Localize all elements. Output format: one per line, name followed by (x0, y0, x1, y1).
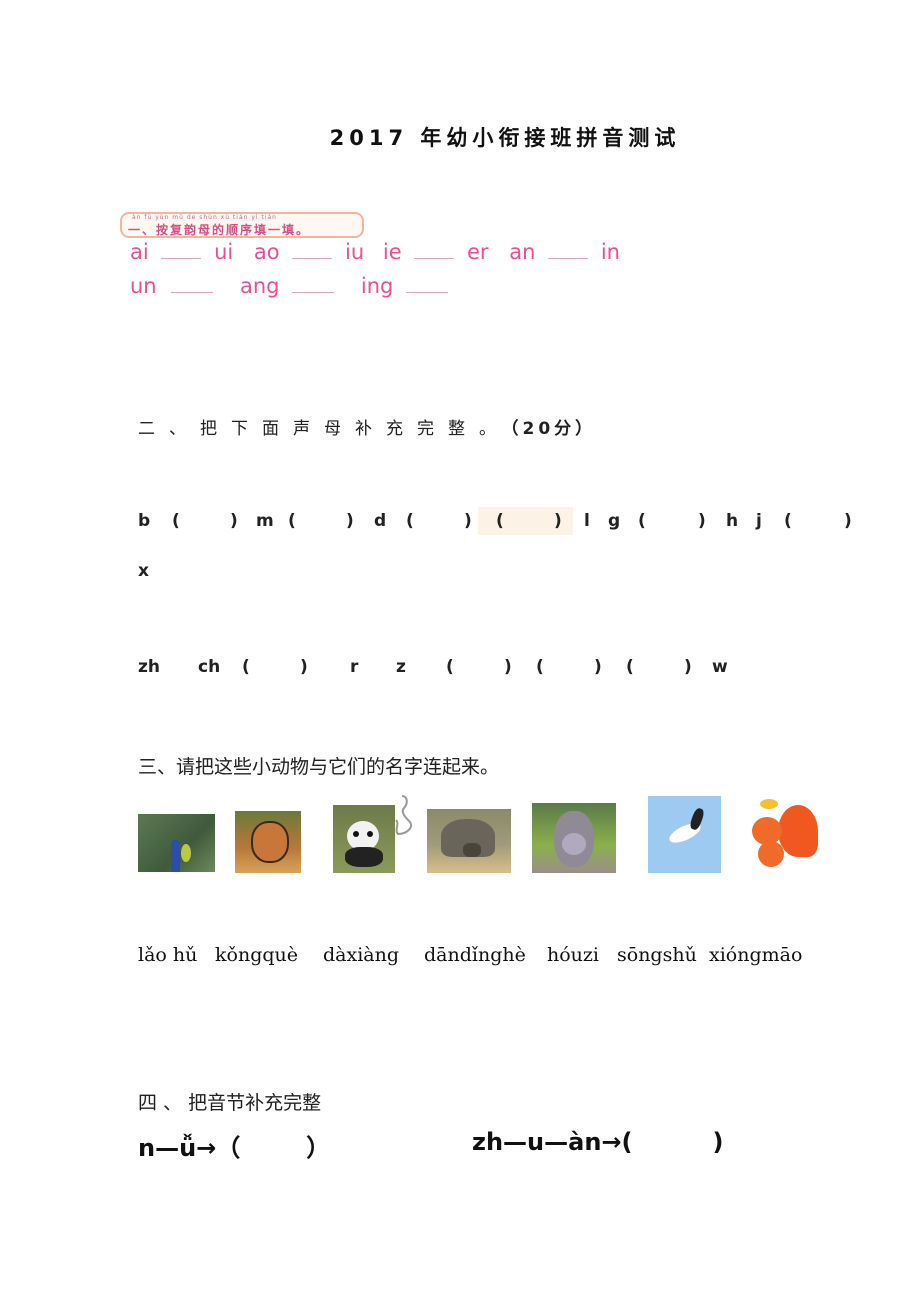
answer-blank[interactable] (406, 278, 449, 293)
elephant-calf (463, 843, 481, 857)
paren-open: ( (496, 511, 504, 531)
peacock-image[interactable] (138, 814, 215, 872)
paren-close: ) (346, 511, 354, 531)
section1-banner: àn fù yùn mǔ de shùn xù tián yì tián 一、按… (120, 212, 364, 238)
paren-close: ) (844, 511, 852, 531)
answer-blank[interactable] (292, 278, 335, 293)
syllable-item-1: n—ǚ→（ ） (138, 1128, 330, 1163)
paren-close: ) (504, 657, 512, 677)
initial-wrap: x (138, 561, 149, 581)
initial: w (712, 657, 728, 677)
final-item: er (467, 240, 489, 264)
panda-body (345, 847, 383, 867)
animal-name[interactable]: dàxiàng (323, 944, 399, 966)
animal-name[interactable]: dāndǐnghè (424, 944, 526, 966)
animal-name[interactable]: hóuzi (547, 944, 599, 966)
initial: b (138, 511, 151, 531)
page-title: 2017 年幼小衔接班拼音测试 (329, 126, 681, 150)
paren-close: ) (554, 511, 562, 531)
paren-open: ( (172, 511, 180, 531)
banner-pinyin: àn fù yùn mǔ de shùn xù tián yì tián (132, 214, 277, 221)
final-item: ing (360, 274, 394, 298)
initial: ch (198, 657, 221, 677)
syllable-item-2: zh—u—àn→() (472, 1128, 723, 1156)
paren-close: ) (698, 511, 706, 531)
paren-open: ( (406, 511, 414, 531)
section2-score: （20分） (510, 419, 597, 439)
final-item: ai (130, 240, 149, 264)
answer-blank[interactable] (292, 244, 333, 259)
initial: h (726, 511, 739, 531)
animal-name[interactable]: kǒngquè (215, 944, 298, 966)
final-item: un (130, 274, 157, 298)
answer-blank[interactable] (161, 244, 202, 259)
answer-blank[interactable] (414, 244, 455, 259)
paren-close: ) (684, 657, 692, 677)
paren-open: ( (242, 657, 250, 677)
final-item: ang (240, 274, 280, 298)
initial: z (396, 657, 406, 677)
paren-close: ) (230, 511, 238, 531)
tiger-face (251, 821, 289, 863)
syllable-2-close: ) (712, 1128, 724, 1156)
initial: l (584, 511, 590, 531)
initial: j (756, 511, 762, 531)
squirrel-bow (760, 799, 778, 809)
animal-names-row: lǎo hǔ kǒngquè dàxiàng dāndǐnghè hóuzi s… (0, 944, 920, 974)
initial: g (608, 511, 621, 531)
animal-name[interactable]: sōngshǔ (617, 944, 697, 966)
crane-wing (688, 806, 706, 832)
peacock-wing (181, 844, 191, 862)
monkey-image[interactable] (532, 803, 616, 873)
initial: r (350, 657, 359, 677)
squirrel-body (758, 841, 784, 867)
paren-open: ( (446, 657, 454, 677)
paren-open: ( (626, 657, 634, 677)
paren-open: ( (288, 511, 296, 531)
answer-blank[interactable] (171, 278, 214, 293)
panda-eye (353, 831, 359, 837)
panda-eye (367, 831, 373, 837)
monkey-belly (562, 833, 586, 855)
paren-close: ) (300, 657, 308, 677)
animal-name[interactable]: lǎo hǔ (138, 944, 197, 966)
syllable-1-close: ） (306, 1134, 331, 1162)
section2-heading: 二、把下面声母补充完整。（20分） (138, 414, 596, 439)
paren-close: ) (464, 511, 472, 531)
final-item: in (600, 240, 620, 264)
paren-open: ( (784, 511, 792, 531)
squirrel-tail (778, 805, 818, 857)
initial: zh (138, 657, 160, 677)
final-item: ie (382, 240, 402, 264)
paren-close: ) (594, 657, 602, 677)
squiggle-outline-icon (395, 795, 412, 836)
answer-blank[interactable] (548, 244, 589, 259)
elephant-image[interactable] (427, 809, 511, 873)
section4-heading: 四 、 把音节补充完整 (138, 1092, 322, 1114)
final-row-2: un ang ing (130, 274, 449, 298)
crane-image[interactable] (648, 796, 721, 873)
tiger-image[interactable] (235, 811, 301, 873)
paren-open: ( (536, 657, 544, 677)
initial: d (374, 511, 387, 531)
section3-heading: 三、请把这些小动物与它们的名字连起来。 (138, 756, 500, 778)
final-item: ao (253, 240, 280, 264)
animal-name[interactable]: xióngmāo (709, 944, 802, 966)
squirrel-image[interactable] (748, 797, 822, 871)
final-item: ui (214, 240, 234, 264)
banner-text: 一、按复韵母的顺序填一填。 (128, 223, 311, 237)
final-row-1: ai ui ao iu ie er an in (130, 240, 620, 264)
syllable-1-text: n—ǚ→（ (138, 1134, 241, 1162)
peacock-body (171, 840, 180, 872)
section2-heading-text: 二、把下面声母补充完整。 (138, 419, 510, 439)
final-item: iu (345, 240, 365, 264)
final-item: an (509, 240, 536, 264)
syllable-2-text: zh—u—àn→( (472, 1128, 633, 1156)
paren-open: ( (638, 511, 646, 531)
panda-image[interactable] (333, 805, 395, 873)
initial: m (256, 511, 274, 531)
